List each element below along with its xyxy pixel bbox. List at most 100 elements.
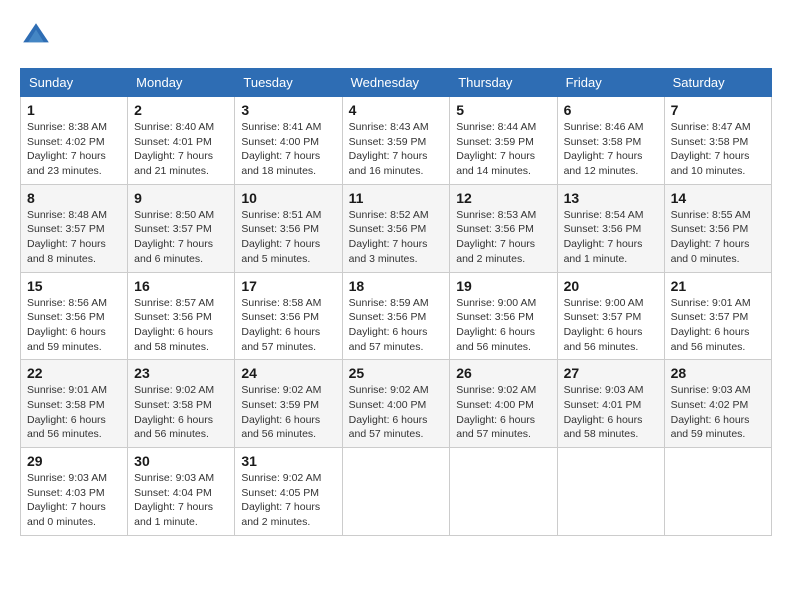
day-info: Sunrise: 8:44 AM Sunset: 3:59 PM Dayligh… — [456, 120, 550, 179]
day-cell-30: 30 Sunrise: 9:03 AM Sunset: 4:04 PM Dayli… — [128, 448, 235, 536]
day-cell-25: 25 Sunrise: 9:02 AM Sunset: 4:00 PM Dayli… — [342, 360, 450, 448]
day-header-wednesday: Wednesday — [342, 69, 450, 97]
day-number: 15 — [27, 278, 121, 294]
day-cell-22: 22 Sunrise: 9:01 AM Sunset: 3:58 PM Dayli… — [21, 360, 128, 448]
day-cell-23: 23 Sunrise: 9:02 AM Sunset: 3:58 PM Dayli… — [128, 360, 235, 448]
day-header-tuesday: Tuesday — [235, 69, 342, 97]
day-info: Sunrise: 8:53 AM Sunset: 3:56 PM Dayligh… — [456, 208, 550, 267]
day-number: 25 — [349, 365, 444, 381]
day-number: 8 — [27, 190, 121, 206]
day-info: Sunrise: 8:55 AM Sunset: 3:56 PM Dayligh… — [671, 208, 765, 267]
day-number: 14 — [671, 190, 765, 206]
day-number: 22 — [27, 365, 121, 381]
week-row-3: 15 Sunrise: 8:56 AM Sunset: 3:56 PM Dayli… — [21, 272, 772, 360]
calendar: SundayMondayTuesdayWednesdayThursdayFrid… — [20, 68, 772, 536]
day-number: 30 — [134, 453, 228, 469]
day-header-monday: Monday — [128, 69, 235, 97]
day-info: Sunrise: 8:40 AM Sunset: 4:01 PM Dayligh… — [134, 120, 228, 179]
day-number: 2 — [134, 102, 228, 118]
day-info: Sunrise: 8:58 AM Sunset: 3:56 PM Dayligh… — [241, 296, 335, 355]
day-cell-29: 29 Sunrise: 9:03 AM Sunset: 4:03 PM Dayli… — [21, 448, 128, 536]
day-info: Sunrise: 9:03 AM Sunset: 4:04 PM Dayligh… — [134, 471, 228, 530]
day-cell-5: 5 Sunrise: 8:44 AM Sunset: 3:59 PM Daylig… — [450, 97, 557, 185]
day-info: Sunrise: 9:02 AM Sunset: 3:58 PM Dayligh… — [134, 383, 228, 442]
day-number: 24 — [241, 365, 335, 381]
day-number: 5 — [456, 102, 550, 118]
day-info: Sunrise: 8:57 AM Sunset: 3:56 PM Dayligh… — [134, 296, 228, 355]
day-cell-2: 2 Sunrise: 8:40 AM Sunset: 4:01 PM Daylig… — [128, 97, 235, 185]
day-info: Sunrise: 9:02 AM Sunset: 4:05 PM Dayligh… — [241, 471, 335, 530]
day-cell-6: 6Sunrise: 8:46 AM Sunset: 3:58 PM Daylig… — [557, 97, 664, 185]
day-info: Sunrise: 9:02 AM Sunset: 4:00 PM Dayligh… — [456, 383, 550, 442]
day-number: 1 — [27, 102, 121, 118]
day-number: 7 — [671, 102, 765, 118]
day-cell-12: 12 Sunrise: 8:53 AM Sunset: 3:56 PM Dayli… — [450, 184, 557, 272]
day-cell-13: 13 Sunrise: 8:54 AM Sunset: 3:56 PM Dayli… — [557, 184, 664, 272]
day-cell-14: 14 Sunrise: 8:55 AM Sunset: 3:56 PM Dayli… — [664, 184, 771, 272]
day-number: 20 — [564, 278, 658, 294]
day-info: Sunrise: 8:47 AM Sunset: 3:58 PM Dayligh… — [671, 120, 765, 179]
day-header-sunday: Sunday — [21, 69, 128, 97]
day-cell-28: 28 Sunrise: 9:03 AM Sunset: 4:02 PM Dayli… — [664, 360, 771, 448]
day-info: Sunrise: 9:00 AM Sunset: 3:57 PM Dayligh… — [564, 296, 658, 355]
day-cell-7: 7 Sunrise: 8:47 AM Sunset: 3:58 PM Daylig… — [664, 97, 771, 185]
week-row-2: 8Sunrise: 8:48 AM Sunset: 3:57 PM Daylig… — [21, 184, 772, 272]
day-info: Sunrise: 8:59 AM Sunset: 3:56 PM Dayligh… — [349, 296, 444, 355]
day-cell-15: 15 Sunrise: 8:56 AM Sunset: 3:56 PM Dayli… — [21, 272, 128, 360]
day-info: Sunrise: 8:56 AM Sunset: 3:56 PM Dayligh… — [27, 296, 121, 355]
day-cell-24: 24 Sunrise: 9:02 AM Sunset: 3:59 PM Dayli… — [235, 360, 342, 448]
header — [20, 20, 772, 52]
empty-cell — [342, 448, 450, 536]
day-info: Sunrise: 9:02 AM Sunset: 4:00 PM Dayligh… — [349, 383, 444, 442]
day-info: Sunrise: 8:50 AM Sunset: 3:57 PM Dayligh… — [134, 208, 228, 267]
day-number: 16 — [134, 278, 228, 294]
day-number: 26 — [456, 365, 550, 381]
day-cell-3: 3Sunrise: 8:41 AM Sunset: 4:00 PM Daylig… — [235, 97, 342, 185]
day-header-saturday: Saturday — [664, 69, 771, 97]
day-info: Sunrise: 9:03 AM Sunset: 4:02 PM Dayligh… — [671, 383, 765, 442]
day-number: 4 — [349, 102, 444, 118]
day-cell-21: 21Sunrise: 9:01 AM Sunset: 3:57 PM Dayli… — [664, 272, 771, 360]
day-number: 23 — [134, 365, 228, 381]
day-cell-11: 11Sunrise: 8:52 AM Sunset: 3:56 PM Dayli… — [342, 184, 450, 272]
day-cell-19: 19Sunrise: 9:00 AM Sunset: 3:56 PM Dayli… — [450, 272, 557, 360]
day-info: Sunrise: 8:43 AM Sunset: 3:59 PM Dayligh… — [349, 120, 444, 179]
day-cell-26: 26 Sunrise: 9:02 AM Sunset: 4:00 PM Dayli… — [450, 360, 557, 448]
day-number: 18 — [349, 278, 444, 294]
day-number: 19 — [456, 278, 550, 294]
day-info: Sunrise: 8:38 AM Sunset: 4:02 PM Dayligh… — [27, 120, 121, 179]
day-header-friday: Friday — [557, 69, 664, 97]
day-cell-8: 8Sunrise: 8:48 AM Sunset: 3:57 PM Daylig… — [21, 184, 128, 272]
logo — [20, 20, 56, 52]
day-cell-31: 31 Sunrise: 9:02 AM Sunset: 4:05 PM Dayli… — [235, 448, 342, 536]
day-info: Sunrise: 8:52 AM Sunset: 3:56 PM Dayligh… — [349, 208, 444, 267]
day-info: Sunrise: 9:02 AM Sunset: 3:59 PM Dayligh… — [241, 383, 335, 442]
day-cell-16: 16 Sunrise: 8:57 AM Sunset: 3:56 PM Dayli… — [128, 272, 235, 360]
day-number: 17 — [241, 278, 335, 294]
day-cell-17: 17 Sunrise: 8:58 AM Sunset: 3:56 PM Dayli… — [235, 272, 342, 360]
day-number: 9 — [134, 190, 228, 206]
day-info: Sunrise: 9:03 AM Sunset: 4:01 PM Dayligh… — [564, 383, 658, 442]
day-cell-27: 27 Sunrise: 9:03 AM Sunset: 4:01 PM Dayli… — [557, 360, 664, 448]
day-info: Sunrise: 8:51 AM Sunset: 3:56 PM Dayligh… — [241, 208, 335, 267]
day-cell-20: 20 Sunrise: 9:00 AM Sunset: 3:57 PM Dayli… — [557, 272, 664, 360]
empty-cell — [557, 448, 664, 536]
day-number: 10 — [241, 190, 335, 206]
empty-cell — [450, 448, 557, 536]
day-cell-18: 18 Sunrise: 8:59 AM Sunset: 3:56 PM Dayli… — [342, 272, 450, 360]
day-number: 27 — [564, 365, 658, 381]
day-info: Sunrise: 9:03 AM Sunset: 4:03 PM Dayligh… — [27, 471, 121, 530]
day-number: 13 — [564, 190, 658, 206]
week-row-5: 29 Sunrise: 9:03 AM Sunset: 4:03 PM Dayli… — [21, 448, 772, 536]
day-info: Sunrise: 8:46 AM Sunset: 3:58 PM Dayligh… — [564, 120, 658, 179]
day-number: 29 — [27, 453, 121, 469]
logo-icon — [20, 20, 52, 52]
day-info: Sunrise: 9:01 AM Sunset: 3:58 PM Dayligh… — [27, 383, 121, 442]
day-number: 31 — [241, 453, 335, 469]
day-number: 28 — [671, 365, 765, 381]
empty-cell — [664, 448, 771, 536]
day-cell-4: 4 Sunrise: 8:43 AM Sunset: 3:59 PM Daylig… — [342, 97, 450, 185]
day-info: Sunrise: 8:54 AM Sunset: 3:56 PM Dayligh… — [564, 208, 658, 267]
day-number: 12 — [456, 190, 550, 206]
week-row-4: 22 Sunrise: 9:01 AM Sunset: 3:58 PM Dayli… — [21, 360, 772, 448]
